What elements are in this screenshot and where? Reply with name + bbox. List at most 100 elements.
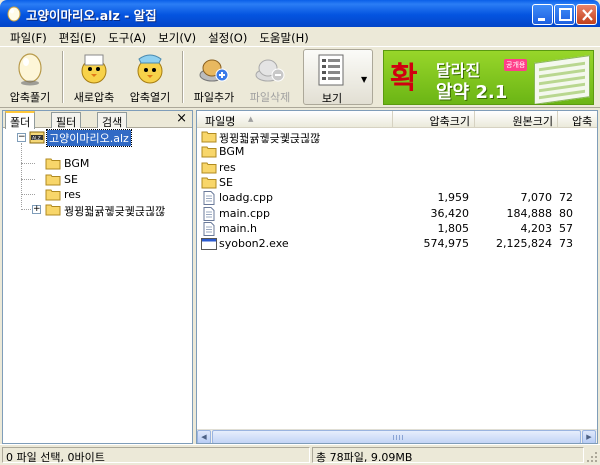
tree-label: BGM bbox=[64, 157, 90, 170]
delete-file-label: 파일삭제 bbox=[249, 91, 291, 104]
file-name: BGM bbox=[219, 145, 245, 159]
tree-label: SE bbox=[64, 173, 78, 186]
delete-file-button[interactable]: 파일삭제 bbox=[242, 49, 298, 105]
menu-file[interactable]: 파일(F) bbox=[4, 27, 53, 46]
toolbar: 압축풀기 새로압축 압축열기 파일추가 파일삭제 보기 ▼ 확 달라진 공개용 … bbox=[0, 46, 600, 108]
menu-settings[interactable]: 설정(O) bbox=[202, 27, 253, 46]
tab-search[interactable]: 검색 bbox=[97, 112, 128, 129]
minimize-icon bbox=[538, 18, 545, 21]
maximize-icon bbox=[559, 8, 572, 21]
extract-label: 압축풀기 bbox=[9, 91, 51, 104]
svg-text:ALZ: ALZ bbox=[32, 136, 41, 142]
add-file-icon bbox=[199, 59, 229, 82]
column-filename[interactable]: 파일명 ▲ bbox=[197, 111, 393, 128]
folder-icon bbox=[45, 158, 61, 170]
folder-pane: 폴더 필터 검색 × − ALZ 고양이마리오.alz BGM SE res +… bbox=[2, 110, 193, 444]
add-file-label: 파일추가 bbox=[193, 91, 235, 104]
add-file-button[interactable]: 파일추가 bbox=[186, 49, 242, 105]
table-row[interactable]: main.cpp 36,420 184,888 80 bbox=[197, 206, 597, 221]
file-list-pane: 파일명 ▲ 압축크기 원본크기 압축 꿩뀡꿟귥궿긎궻귽긚깒 BGM res SE loa… bbox=[196, 110, 598, 444]
close-pane-icon[interactable]: × bbox=[176, 111, 187, 126]
table-row[interactable]: BGM bbox=[197, 144, 597, 159]
tree-label: 꿩뀡꿟귥궿긎궻귽긚깒 bbox=[64, 205, 166, 218]
close-button[interactable] bbox=[576, 4, 597, 25]
minimize-button[interactable] bbox=[532, 4, 553, 25]
view-label: 보기 bbox=[321, 92, 343, 105]
original-size: 7,070 bbox=[520, 191, 553, 205]
ad-banner[interactable]: 확 달라진 공개용 알약 2.1 bbox=[383, 50, 594, 105]
tab-filter[interactable]: 필터 bbox=[51, 112, 82, 129]
packed-size: 36,420 bbox=[430, 206, 470, 220]
open-archive-label: 압축열기 bbox=[129, 91, 171, 104]
new-archive-button[interactable]: 새로압축 bbox=[66, 49, 122, 105]
menu-help[interactable]: 도움말(H) bbox=[253, 27, 314, 46]
open-archive-button[interactable]: 압축열기 bbox=[122, 49, 178, 105]
original-size: 184,888 bbox=[506, 206, 553, 220]
tree-root-label: 고양이마리오.alz bbox=[46, 129, 132, 147]
folder-icon bbox=[201, 162, 217, 174]
list-view-icon bbox=[318, 54, 344, 86]
tree-expand-button[interactable]: + bbox=[32, 205, 41, 214]
original-size: 4,203 bbox=[520, 221, 553, 235]
window-title: 고양이마리오.alz - 알집 bbox=[26, 8, 157, 23]
delete-file-icon bbox=[255, 59, 285, 82]
tab-folder[interactable]: 폴더 bbox=[5, 111, 36, 129]
file-name: SE bbox=[219, 175, 233, 189]
folder-icon bbox=[201, 131, 217, 143]
menu-view[interactable]: 보기(V) bbox=[152, 27, 202, 46]
close-icon bbox=[582, 9, 593, 21]
compression-ratio: 72 bbox=[559, 191, 573, 205]
table-row[interactable]: 꿩뀡꿟귥궿긎궻귽긚깒 bbox=[197, 129, 597, 145]
status-total: 총 78파일, 9.09MB bbox=[312, 447, 584, 464]
scrollbar-thumb[interactable] bbox=[212, 430, 581, 443]
scroll-right-button[interactable]: ▶ bbox=[582, 430, 596, 443]
open-archive-chick-icon bbox=[137, 54, 163, 84]
new-archive-label: 새로압축 bbox=[73, 91, 115, 104]
folder-icon bbox=[201, 146, 217, 158]
alz-archive-icon: ALZ bbox=[29, 131, 45, 144]
file-name: res bbox=[219, 160, 236, 174]
column-filename-label: 파일명 bbox=[205, 115, 236, 128]
folder-icon bbox=[45, 204, 61, 216]
table-row[interactable]: syobon2.exe 574,975 2,125,824 73 bbox=[197, 236, 597, 251]
document-icon bbox=[203, 221, 215, 236]
banner-screenshot-image bbox=[534, 55, 590, 104]
horizontal-scrollbar[interactable]: ◀ ▶ bbox=[197, 429, 597, 443]
alzip-app-icon bbox=[7, 6, 21, 22]
table-row[interactable]: res bbox=[197, 160, 597, 175]
extract-button[interactable]: 압축풀기 bbox=[2, 49, 58, 105]
packed-size: 574,975 bbox=[423, 237, 470, 251]
file-name: syobon2.exe bbox=[219, 237, 289, 251]
banner-line2: 알약 2.1 bbox=[436, 82, 508, 103]
resize-grip-icon[interactable] bbox=[586, 451, 598, 463]
column-original-size[interactable]: 원본크기 bbox=[475, 111, 558, 128]
compression-ratio: 80 bbox=[559, 206, 573, 220]
original-size: 2,125,824 bbox=[496, 237, 552, 251]
table-row[interactable]: main.h 1,805 4,203 57 bbox=[197, 221, 597, 236]
scroll-left-button[interactable]: ◀ bbox=[197, 430, 211, 443]
title-bar: 고양이마리오.alz - 알집 bbox=[0, 0, 600, 27]
menu-bar: 파일(F) 편집(E) 도구(A) 보기(V) 설정(O) 도움말(H) bbox=[0, 27, 600, 46]
menu-edit[interactable]: 편집(E) bbox=[53, 27, 102, 46]
table-row[interactable]: loadg.cpp 1,959 7,070 72 bbox=[197, 190, 597, 206]
view-dropdown-arrow-icon[interactable]: ▼ bbox=[361, 75, 367, 84]
compression-ratio: 57 bbox=[559, 221, 573, 235]
column-ratio[interactable]: 압축 bbox=[558, 111, 597, 128]
maximize-button[interactable] bbox=[554, 4, 575, 25]
compression-ratio: 73 bbox=[559, 237, 573, 251]
toolbar-separator bbox=[62, 51, 64, 103]
table-row[interactable]: SE bbox=[197, 175, 597, 190]
status-bar: 0 파일 선택, 0바이트 총 78파일, 9.09MB bbox=[0, 444, 600, 465]
list-header: 파일명 ▲ 압축크기 원본크기 압축 bbox=[197, 111, 597, 128]
column-original-label: 원본크기 bbox=[512, 115, 553, 128]
left-tabs: 폴더 필터 검색 × bbox=[3, 111, 192, 129]
column-packed-size[interactable]: 압축크기 bbox=[393, 111, 475, 128]
tree-collapse-root[interactable]: − bbox=[17, 133, 26, 142]
document-icon bbox=[203, 206, 215, 221]
view-button[interactable]: 보기 ▼ bbox=[303, 49, 373, 105]
packed-size: 1,959 bbox=[437, 191, 470, 205]
file-name: main.cpp bbox=[219, 206, 270, 220]
menu-tools[interactable]: 도구(A) bbox=[102, 27, 152, 46]
toolbar-separator bbox=[182, 51, 184, 103]
banner-big-text: 확 bbox=[390, 61, 418, 96]
